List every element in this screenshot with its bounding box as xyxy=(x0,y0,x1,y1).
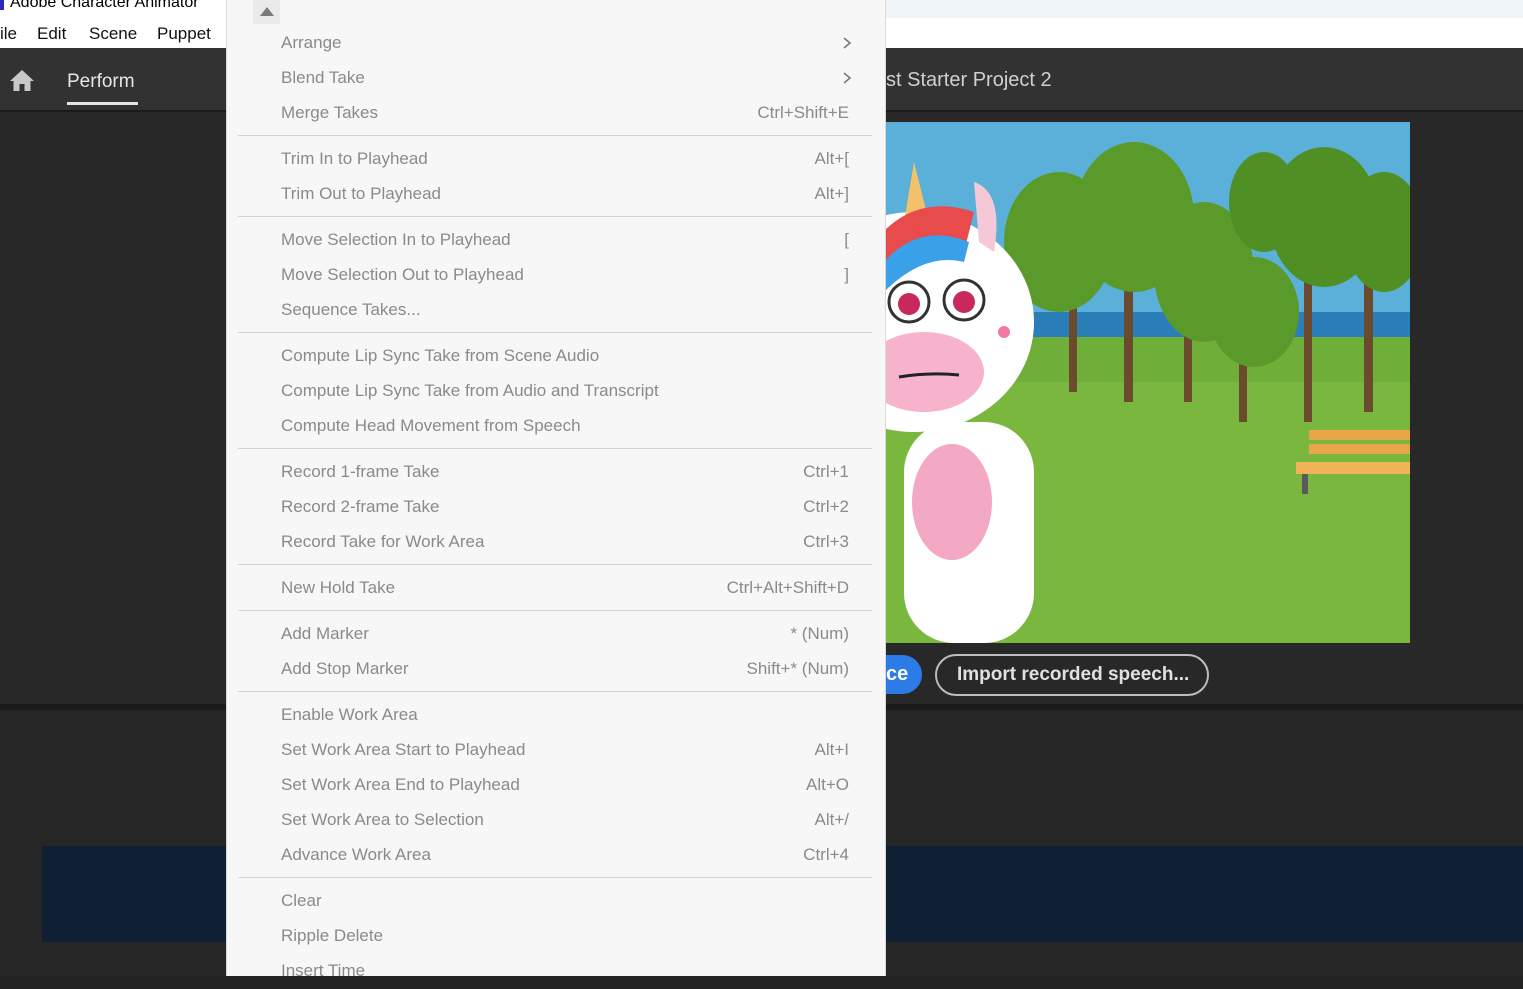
menu-item-shortcut: Alt+/ xyxy=(814,810,850,829)
menu-item-record-take-for-work-area[interactable]: Record Take for Work Area Ctrl+3 xyxy=(281,525,849,560)
menu-item-label: Arrange xyxy=(281,33,342,52)
menu-item-label: Compute Head Movement from Speech xyxy=(281,416,581,435)
menu-item-label: Move Selection In to Playhead xyxy=(281,230,511,249)
menu-item-shortcut: [ xyxy=(844,230,849,249)
menu-item-label: Advance Work Area xyxy=(281,845,431,864)
record-action-label: ce xyxy=(886,663,909,685)
menu-item-merge-takes[interactable]: Merge Takes Ctrl+Shift+E xyxy=(281,96,849,131)
tab-perform[interactable]: Perform xyxy=(67,71,135,93)
menu-separator xyxy=(238,610,872,611)
menu-item-shortcut: Ctrl+4 xyxy=(803,845,849,864)
menu-item-insert-time[interactable]: Insert Time xyxy=(281,954,849,989)
menu-item-move-selection-out-to-playhead[interactable]: Move Selection Out to Playhead] xyxy=(281,258,849,293)
menu-item-advance-work-area[interactable]: Advance Work Area Ctrl+4 xyxy=(281,838,849,873)
menu-item-clear[interactable]: Clear xyxy=(281,884,849,919)
menu-item-label: Ripple Delete xyxy=(281,926,384,945)
menu-item-label: Trim Out to Playhead xyxy=(281,184,441,203)
menu-item-shortcut: Ctrl+Shift+E xyxy=(757,103,849,122)
menu-item-label: Set Work Area End to Playhead xyxy=(281,775,520,794)
menu-item-sequence-takes[interactable]: Sequence Takes... xyxy=(281,293,849,328)
menu-item-shortcut: Alt+O xyxy=(806,775,849,794)
menu-item-shortcut: Ctrl+1 xyxy=(803,462,849,481)
menu-edit[interactable]: Edit xyxy=(37,24,66,44)
import-recorded-speech-button[interactable]: Import recorded speech... xyxy=(935,654,1209,696)
menu-item-label: Record 1-frame Take xyxy=(281,462,440,481)
menu-file[interactable]: ile xyxy=(0,24,17,44)
chevron-right-icon xyxy=(843,72,852,84)
chevron-right-icon xyxy=(843,37,852,49)
menu-item-label: Trim In to Playhead xyxy=(281,149,428,168)
menu-separator xyxy=(238,332,872,333)
menu-item-shortcut: ] xyxy=(844,265,849,284)
menu-item-shortcut: Alt+I xyxy=(814,740,850,759)
menubar-right xyxy=(884,18,1523,48)
menu-separator xyxy=(238,448,872,449)
menu-item-move-selection-in-to-playhead[interactable]: Move Selection In to Playhead [ xyxy=(281,223,849,258)
menu-item-label: Insert Time xyxy=(281,961,366,980)
menu-item-label: Sequence Takes... xyxy=(281,300,421,319)
menu-item-shortcut: Alt+] xyxy=(814,184,850,203)
menu-item-label: Add Marker xyxy=(281,624,369,643)
project-title: st Starter Project 2 xyxy=(886,69,1052,91)
menu-separator xyxy=(238,564,872,565)
menu-item-label: Enable Work Area xyxy=(281,705,418,724)
window-title: Adobe Character Animator xyxy=(10,0,199,11)
menu-item-label: New Hold Take xyxy=(281,578,396,597)
menu-item-label: Compute Lip Sync Take from Audio and Tra… xyxy=(281,381,659,400)
menu-item-compute-head-movement-from-speech[interactable]: Compute Head Movement from Speech xyxy=(281,409,849,444)
menu-item-label: Record 2-frame Take xyxy=(281,497,440,516)
menu-separator xyxy=(238,877,872,878)
menu-item-label: Move Selection Out to Playhead xyxy=(281,265,524,284)
menu-item-label: Blend Take xyxy=(281,68,365,87)
menu-item-label: Record Take for Work Area xyxy=(281,532,485,551)
menu-item-shortcut: Ctrl+3 xyxy=(803,532,849,551)
menu-item-shortcut: Alt+[ xyxy=(814,149,850,168)
menu-item-set-work-area-end-to-playhead[interactable]: Set Work Area End to Playhead Alt+O xyxy=(281,768,849,803)
menu-item-label: Set Work Area to Selection xyxy=(281,810,484,829)
menu-item-record-2-frame-take[interactable]: Record 2-frame Take Ctrl+2 xyxy=(281,490,849,525)
menu-item-shortcut: * (Num) xyxy=(790,624,849,643)
menu-item-shortcut: Ctrl+2 xyxy=(803,497,849,516)
import-recorded-speech-label: Import recorded speech... xyxy=(957,664,1190,685)
menu-item-label: Add Stop Marker xyxy=(281,659,409,678)
menu-item-set-work-area-start-to-playhead[interactable]: Set Work Area Start to Playhead Alt+I xyxy=(281,733,849,768)
menu-item-shortcut: Ctrl+Alt+Shift+D xyxy=(726,578,849,597)
menu-item-label: Merge Takes xyxy=(281,103,379,122)
menubar: ile Edit Scene Puppet xyxy=(0,18,226,48)
menu-scene[interactable]: Scene xyxy=(89,24,137,44)
menu-item-label: Clear xyxy=(281,891,322,910)
menu-item-label: Set Work Area Start to Playhead xyxy=(281,740,526,759)
app-icon xyxy=(0,0,4,10)
scene-preview[interactable] xyxy=(884,122,1410,643)
menu-item-add-marker[interactable]: Add Marker * (Num) xyxy=(281,617,849,652)
menu-item-blend-take[interactable]: Blend Take xyxy=(281,61,852,96)
menu-item-arrange[interactable]: Arrange xyxy=(281,26,852,61)
menu-item-new-hold-take[interactable]: New Hold Take Ctrl+Alt+Shift+D xyxy=(281,571,849,606)
menu-separator xyxy=(238,216,872,217)
menu-scroll-up-button[interactable] xyxy=(253,0,280,24)
menu-item-enable-work-area[interactable]: Enable Work Area xyxy=(281,698,849,733)
title-bar-right xyxy=(884,0,1523,18)
triangle-up-icon xyxy=(260,7,274,16)
menu-item-label: Compute Lip Sync Take from Scene Audio xyxy=(281,346,600,365)
menu-item-compute-lip-sync-take-from-scene-audio[interactable]: Compute Lip Sync Take from Scene Audio xyxy=(281,339,849,374)
menu-item-ripple-delete[interactable]: Ripple Delete xyxy=(281,919,849,954)
menu-item-record-1-frame-take[interactable]: Record 1-frame Take Ctrl+1 xyxy=(281,455,849,490)
menu-separator xyxy=(238,691,872,692)
menu-item-compute-lip-sync-take-from-audio-and-transcript[interactable]: Compute Lip Sync Take from Audio and Tra… xyxy=(281,374,849,409)
menu-separator xyxy=(238,135,872,136)
scene-illustration xyxy=(884,122,1410,643)
window-title-bar: Adobe Character Animator xyxy=(0,0,226,18)
active-tab-indicator xyxy=(67,102,138,105)
menu-item-trim-in-to-playhead[interactable]: Trim In to Playhead Alt+[ xyxy=(281,142,849,177)
menu-item-shortcut: Shift+* (Num) xyxy=(746,659,850,678)
menu-item-set-work-area-to-selection[interactable]: Set Work Area to Selection Alt+/ xyxy=(281,803,849,838)
menu-puppet[interactable]: Puppet xyxy=(157,24,211,44)
menu-item-add-stop-marker[interactable]: Add Stop Marker Shift+* (Num) xyxy=(281,652,849,687)
menu-item-trim-out-to-playhead[interactable]: Trim Out to Playhead Alt+] xyxy=(281,177,849,212)
home-icon[interactable] xyxy=(8,66,36,94)
